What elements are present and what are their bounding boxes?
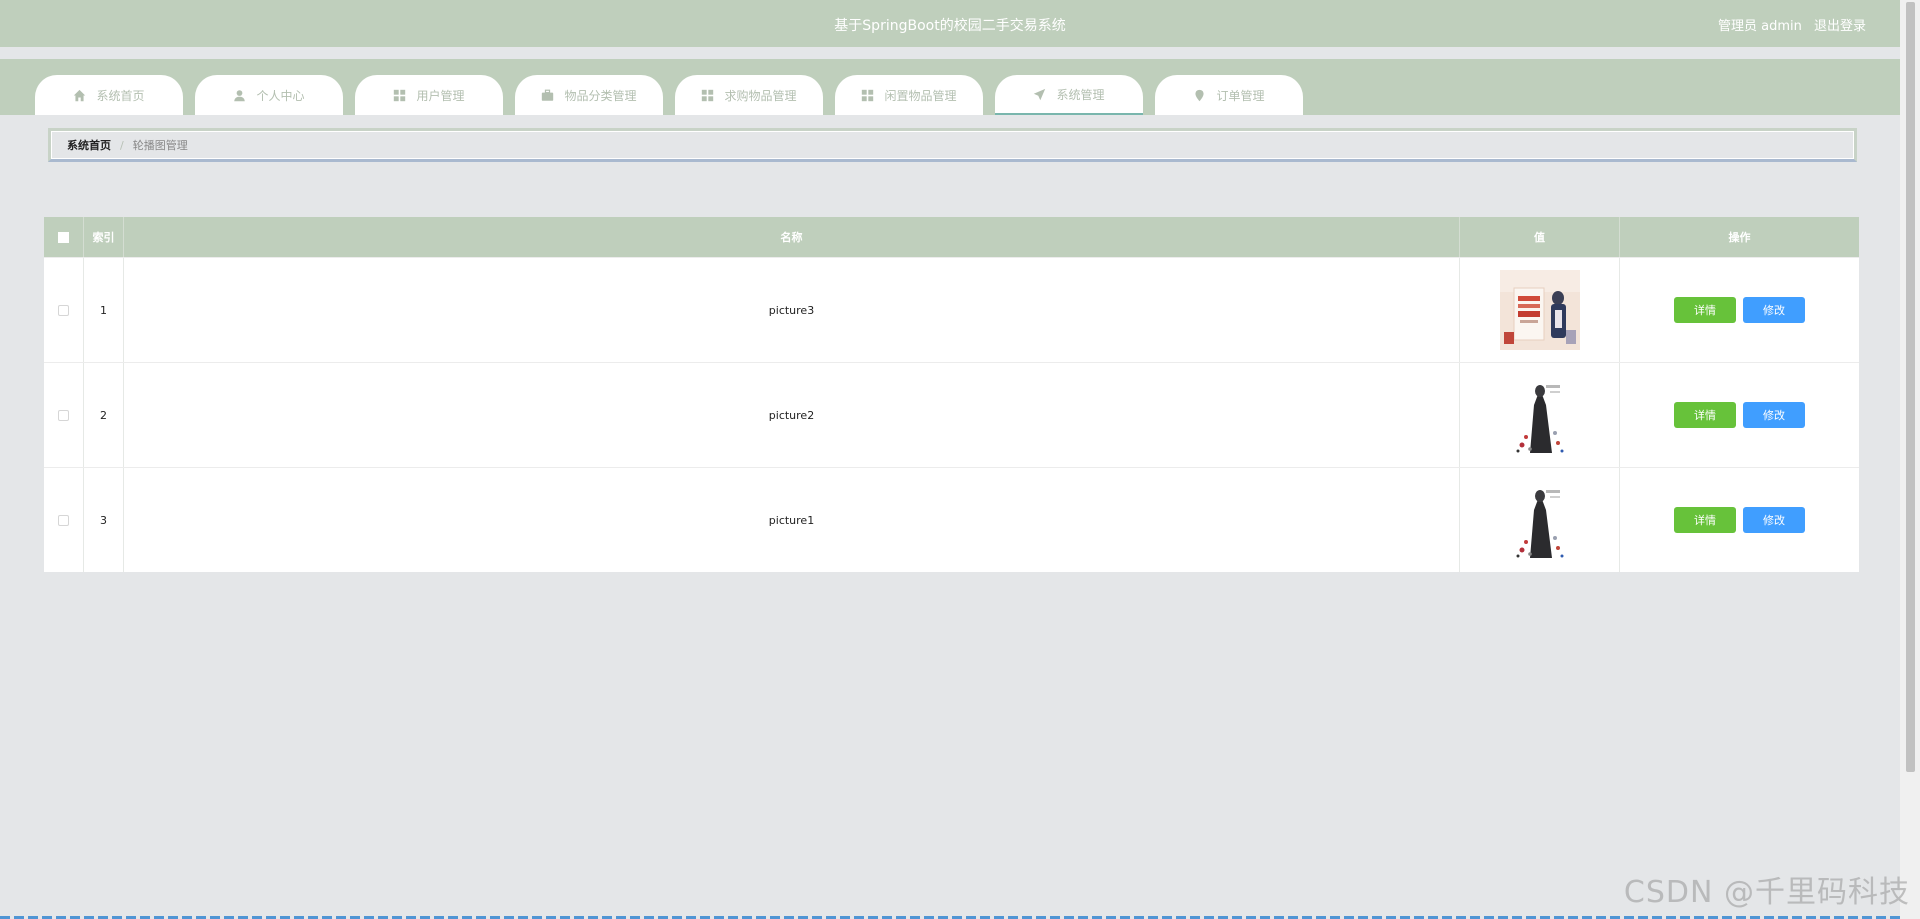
select-all-checkbox[interactable] — [58, 231, 69, 243]
user-area: 管理员 admin 退出登录 — [1718, 15, 1866, 34]
row-value-cell — [1460, 468, 1620, 572]
header-divider — [0, 47, 1900, 59]
nav-tab-home[interactable]: 系统首页 — [35, 75, 183, 115]
vertical-scrollbar[interactable] — [1900, 0, 1920, 919]
nav-tab-label: 用户管理 — [416, 88, 465, 103]
scrollbar-thumb[interactable] — [1906, 2, 1915, 772]
figure-thumbnail — [1499, 375, 1580, 455]
row-index: 1 — [84, 258, 124, 362]
user-label: 管理员 admin — [1717, 19, 1802, 34]
detail-button[interactable]: 详情 — [1674, 297, 1736, 323]
grid-icon — [701, 89, 714, 102]
edit-button[interactable]: 修改 — [1743, 507, 1805, 533]
poster-thumbnail — [1499, 270, 1580, 350]
nav-tab-wanted-items[interactable]: 求购物品管理 — [675, 75, 823, 115]
user-icon — [233, 89, 246, 102]
row-name: picture1 — [124, 468, 1460, 572]
breadcrumb: 系统首页 / 轮播图管理 — [48, 128, 1857, 162]
row-actions: 详情 修改 — [1620, 258, 1859, 362]
column-header-index: 索引 — [84, 217, 124, 257]
main-nav: 系统首页 个人中心 用户管理 物品分类管理 求购物品管理 闲置物品管理 系统管理… — [0, 59, 1900, 115]
row-value-cell — [1460, 363, 1620, 467]
nav-tab-label: 个人中心 — [256, 88, 305, 103]
row-index: 2 — [84, 363, 124, 467]
nav-tab-category-management[interactable]: 物品分类管理 — [515, 75, 663, 115]
row-checkbox[interactable] — [58, 304, 69, 316]
grid-icon — [861, 89, 874, 102]
nav-tab-label: 系统管理 — [1056, 87, 1105, 102]
logout-link[interactable]: 退出登录 — [1814, 19, 1866, 34]
nav-tab-label: 订单管理 — [1216, 88, 1265, 103]
breadcrumb-home[interactable]: 系统首页 — [67, 137, 111, 153]
table-row: 3 picture1 详情 修改 — [44, 467, 1859, 572]
home-icon — [73, 89, 86, 102]
nav-tab-label: 求购物品管理 — [724, 88, 797, 103]
nav-tab-personal-center[interactable]: 个人中心 — [195, 75, 343, 115]
nav-tab-idle-items[interactable]: 闲置物品管理 — [835, 75, 983, 115]
column-header-name: 名称 — [124, 217, 1460, 257]
carousel-table: 索引 名称 值 操作 1 picture3 详情 修改 2 picture2 详… — [44, 217, 1859, 572]
nav-tab-system-management[interactable]: 系统管理 — [995, 75, 1143, 115]
top-header: 基于SpringBoot的校园二手交易系统 管理员 admin 退出登录 — [0, 0, 1900, 47]
detail-button[interactable]: 详情 — [1674, 507, 1736, 533]
table-row: 1 picture3 详情 修改 — [44, 257, 1859, 362]
nav-tab-label: 物品分类管理 — [564, 88, 637, 103]
breadcrumb-separator: / — [120, 138, 124, 152]
nav-tab-label: 闲置物品管理 — [884, 88, 957, 103]
row-name: picture3 — [124, 258, 1460, 362]
column-header-actions: 操作 — [1728, 231, 1751, 244]
row-value-cell — [1460, 258, 1620, 362]
app-title: 基于SpringBoot的校园二手交易系统 — [834, 18, 1066, 34]
column-header-value: 值 — [1460, 217, 1620, 257]
edit-button[interactable]: 修改 — [1743, 402, 1805, 428]
breadcrumb-current: 轮播图管理 — [132, 139, 188, 152]
location-pin-icon — [1193, 89, 1206, 102]
row-name: picture2 — [124, 363, 1460, 467]
row-checkbox-cell — [44, 468, 84, 572]
table-row: 2 picture2 详情 修改 — [44, 362, 1859, 467]
table-header: 索引 名称 值 操作 — [44, 217, 1859, 257]
figure-thumbnail — [1499, 480, 1580, 560]
detail-button[interactable]: 详情 — [1674, 402, 1736, 428]
row-checkbox-cell — [44, 258, 84, 362]
watermark: CSDN @千里码科技 — [1623, 875, 1910, 910]
row-checkbox[interactable] — [58, 409, 69, 421]
row-checkbox[interactable] — [58, 514, 69, 526]
header-checkbox-cell — [44, 217, 84, 257]
row-index: 3 — [84, 468, 124, 572]
row-checkbox-cell — [44, 363, 84, 467]
nav-tab-label: 系统首页 — [96, 88, 145, 103]
row-actions: 详情 修改 — [1620, 363, 1859, 467]
grid-icon — [393, 89, 406, 102]
nav-tab-order-management[interactable]: 订单管理 — [1155, 75, 1303, 115]
send-icon — [1033, 88, 1046, 101]
row-actions: 详情 修改 — [1620, 468, 1859, 572]
briefcase-icon — [541, 89, 554, 102]
nav-tab-user-management[interactable]: 用户管理 — [355, 75, 503, 115]
edit-button[interactable]: 修改 — [1743, 297, 1805, 323]
